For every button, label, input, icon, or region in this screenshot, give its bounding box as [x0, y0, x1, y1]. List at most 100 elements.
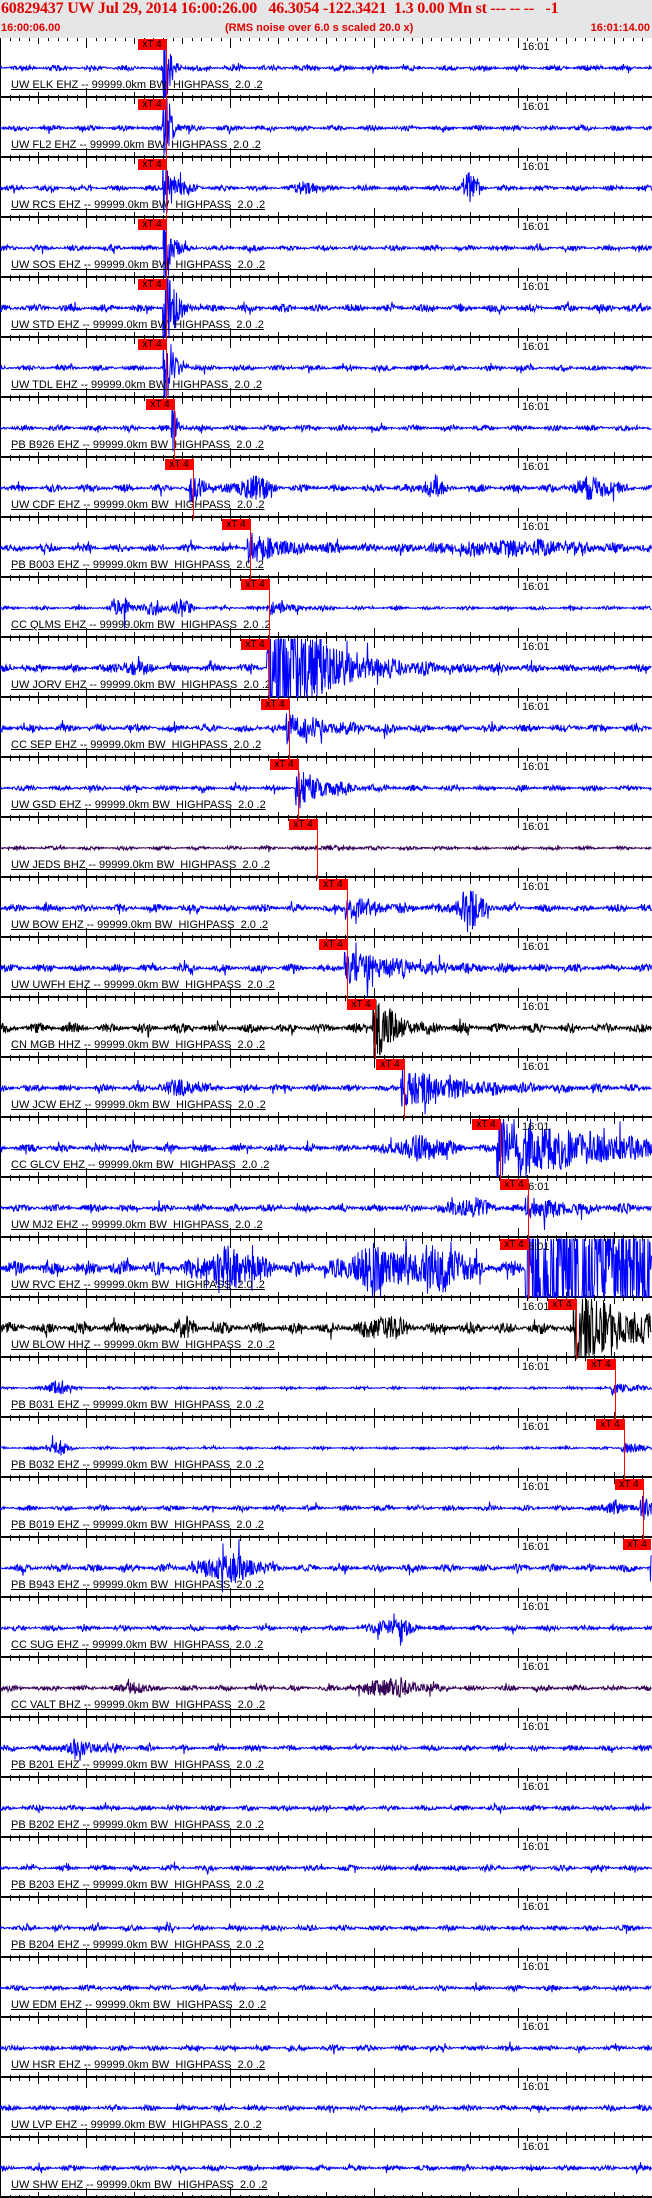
pick-marker[interactable]: xT 4	[270, 759, 298, 770]
pick-line[interactable]	[166, 39, 167, 99]
minute-label: 16:01	[522, 1781, 550, 1793]
waveform-trace	[0, 843, 652, 853]
waveform-trace	[0, 2102, 652, 2114]
trace-panel: 16:01 CN MGB HHZ -- 99999.0km BW HIGHPASS…	[0, 998, 652, 1059]
trace-panel: 16:01 PB B031 EHZ -- 99999.0km BW HIGHPAS…	[0, 1358, 652, 1419]
pick-marker[interactable]: xT 4	[138, 219, 166, 230]
pick-line[interactable]	[317, 819, 318, 879]
pick-marker[interactable]: xT 4	[165, 459, 193, 470]
pick-marker[interactable]: xT 4	[289, 819, 317, 830]
pick-line[interactable]	[624, 1419, 625, 1479]
minute-label: 16:01	[522, 941, 550, 953]
pick-line[interactable]	[643, 1479, 644, 1539]
minute-label: 16:01	[522, 2081, 550, 2093]
pick-marker[interactable]: xT 4	[319, 879, 347, 890]
waveform-trace	[0, 1380, 652, 1397]
station-label: UW JCW EHZ -- 99999.0km BW HIGHPASS 2.0 …	[11, 1099, 266, 1111]
pick-marker[interactable]: xT 4	[347, 999, 375, 1010]
trace-panel: 16:01 UW MJ2 EHZ -- 99999.0km BW HIGHPASS…	[0, 1178, 652, 1239]
pick-marker[interactable]: xT 4	[623, 1539, 651, 1550]
minute-label: 16:01	[522, 161, 550, 173]
trace-panel: 16:01 PB B943 EHZ -- 99999.0km BW HIGHPAS…	[0, 1538, 652, 1598]
pick-line[interactable]	[166, 99, 167, 159]
pick-line[interactable]	[576, 1299, 577, 1359]
pick-line[interactable]	[347, 879, 348, 939]
minute-label: 16:01	[522, 641, 550, 653]
pick-line[interactable]	[269, 639, 270, 699]
station-label: PB B019 EHZ -- 99999.0km BW HIGHPASS 2.0…	[11, 1519, 264, 1531]
waveform-trace	[0, 1861, 652, 1875]
minute-label: 16:01	[522, 1901, 550, 1913]
minute-label: 16:01	[522, 1361, 550, 1373]
trace-panel: 16:01 UW FL2 EHZ -- 99999.0km BW HIGHPASS…	[0, 98, 652, 159]
pick-line[interactable]	[404, 1059, 405, 1119]
pick-line[interactable]	[289, 699, 290, 759]
pick-line[interactable]	[500, 1119, 501, 1179]
waveform-trace	[0, 1982, 652, 1993]
trace-panel: 16:01 UW GSD EHZ -- 99999.0km BW HIGHPASS…	[0, 758, 652, 819]
waveform-trace	[0, 1435, 652, 1456]
pick-marker[interactable]: xT 4	[222, 519, 250, 530]
minute-label: 16:01	[522, 41, 550, 53]
station-label: UW SHW EHZ -- 99999.0km BW HIGHPASS 2.0 …	[11, 2179, 268, 2191]
pick-line[interactable]	[166, 279, 167, 339]
minute-label: 16:01	[522, 281, 550, 293]
pick-line[interactable]	[166, 339, 167, 399]
pick-line[interactable]	[347, 939, 348, 999]
pick-marker[interactable]: xT 4	[587, 1359, 615, 1370]
station-label: PB B032 EHZ -- 99999.0km BW HIGHPASS 2.0…	[11, 1459, 264, 1471]
pick-marker[interactable]: xT 4	[376, 1059, 404, 1070]
trace-panel: 16:01 UW BLOW HHZ -- 99999.0km BW HIGHPAS…	[0, 1298, 652, 1359]
pick-marker[interactable]: xT 4	[138, 339, 166, 350]
pick-marker[interactable]: xT 4	[500, 1179, 528, 1190]
minute-label: 16:01	[522, 101, 550, 113]
station-label: PB B031 EHZ -- 99999.0km BW HIGHPASS 2.0…	[11, 1399, 264, 1411]
pick-line[interactable]	[298, 759, 299, 819]
pick-marker[interactable]: xT 4	[596, 1419, 624, 1430]
trace-panel: 16:01 PB B926 EHZ -- 99999.0km BW HIGHPAS…	[0, 398, 652, 459]
pick-marker[interactable]: xT 4	[146, 399, 174, 410]
pick-marker[interactable]: xT 4	[138, 279, 166, 290]
pick-line[interactable]	[528, 1179, 529, 1239]
pick-marker[interactable]: xT 4	[241, 639, 269, 650]
pick-marker[interactable]: xT 4	[138, 39, 166, 50]
minute-label: 16:01	[522, 461, 550, 473]
pick-marker[interactable]: xT 4	[138, 99, 166, 110]
minute-label: 16:01	[522, 1301, 550, 1313]
station-label: UW CDF EHZ -- 99999.0km BW HIGHPASS 2.0 …	[11, 499, 265, 511]
trace-panel: 16:01 UW TDL EHZ -- 99999.0km BW HIGHPASS…	[0, 338, 652, 399]
waveform-trace	[0, 1802, 652, 1814]
pick-line[interactable]	[193, 459, 194, 519]
pick-line[interactable]	[174, 399, 175, 459]
trace-panel: 16:01 PB B201 EHZ -- 99999.0km BW HIGHPAS…	[0, 1718, 652, 1778]
waveform-trace	[0, 1495, 652, 1521]
station-label: PB B003 EHZ -- 99999.0km BW HIGHPASS 2.0…	[11, 559, 264, 571]
pick-marker[interactable]: xT 4	[500, 1239, 528, 1250]
trace-panel: 16:01 UW UWFH EHZ -- 99999.0km BW HIGHPAS…	[0, 938, 652, 999]
minute-label: 16:01	[522, 1421, 550, 1433]
pick-line[interactable]	[615, 1359, 616, 1419]
pick-marker[interactable]: xT 4	[138, 159, 166, 170]
trace-panel: 16:01 UW SHW EHZ -- 99999.0km BW HIGHPASS…	[0, 2138, 652, 2198]
pick-line[interactable]	[166, 159, 167, 219]
pick-line[interactable]	[250, 519, 251, 579]
pick-line[interactable]	[375, 999, 376, 1059]
waveform-trace	[0, 1738, 652, 1761]
station-label: CC SEP EHZ -- 99999.0km BW HIGHPASS 2.0 …	[11, 739, 262, 751]
pick-line[interactable]	[528, 1239, 529, 1299]
pick-marker[interactable]: xT 4	[261, 699, 289, 710]
pick-marker[interactable]: xT 4	[548, 1299, 576, 1310]
pick-marker[interactable]: xT 4	[319, 939, 347, 950]
pick-marker[interactable]: xT 4	[472, 1119, 500, 1130]
pick-marker[interactable]: xT 4	[615, 1479, 643, 1490]
station-label: PB B202 EHZ -- 99999.0km BW HIGHPASS 2.0…	[11, 1819, 264, 1831]
station-label: UW GSD EHZ -- 99999.0km BW HIGHPASS 2.0 …	[11, 799, 266, 811]
pick-line[interactable]	[269, 579, 270, 639]
pick-line[interactable]	[166, 219, 167, 279]
station-label: CC QLMS EHZ -- 99999.0km BW HIGHPASS 2.0…	[11, 619, 271, 631]
trace-panel: 16:01 CC VALT BHZ -- 99999.0km BW HIGHPAS…	[0, 1658, 652, 1718]
waveform-trace	[0, 1677, 652, 1698]
station-label: CC VALT BHZ -- 99999.0km BW HIGHPASS 2.0…	[11, 1699, 266, 1711]
pick-marker[interactable]: xT 4	[241, 579, 269, 590]
minute-label: 16:01	[522, 1541, 550, 1553]
